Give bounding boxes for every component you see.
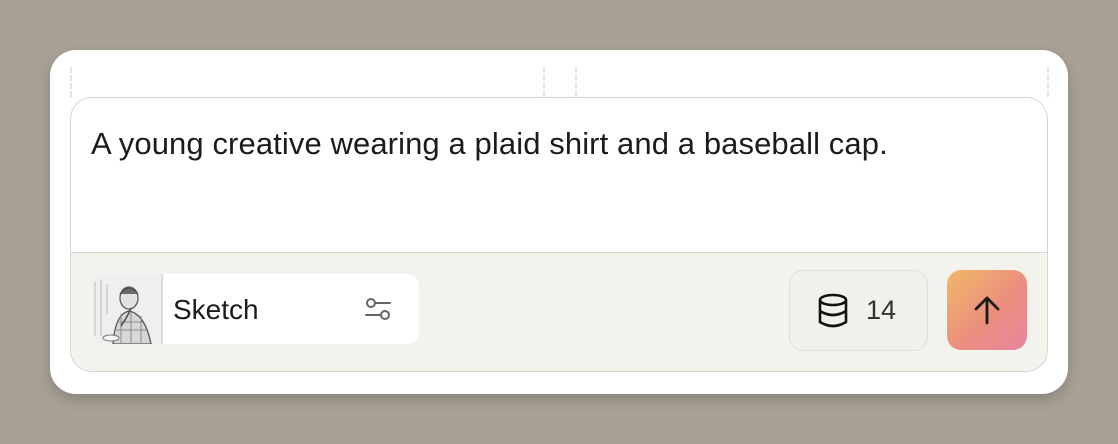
guide-line (543, 67, 545, 97)
prompt-card: A young creative wearing a plaid shirt a… (50, 50, 1068, 394)
credits-badge: 14 (789, 270, 928, 351)
prompt-composer: A young creative wearing a plaid shirt a… (70, 97, 1048, 372)
generate-button[interactable] (947, 270, 1027, 350)
prompt-input[interactable]: A young creative wearing a plaid shirt a… (91, 124, 1027, 164)
composer-toolbar: Sketch 14 (71, 252, 1047, 371)
sliders-icon[interactable] (363, 294, 393, 324)
guide-line (70, 67, 72, 97)
style-selector[interactable]: Sketch (91, 274, 419, 344)
credits-count: 14 (866, 295, 897, 325)
guide-line (1047, 67, 1049, 97)
arrow-up-icon (969, 292, 1005, 328)
sketch-style-thumbnail (91, 274, 163, 344)
guide-line (575, 67, 577, 97)
style-label: Sketch (173, 294, 259, 325)
database-icon (816, 293, 850, 329)
